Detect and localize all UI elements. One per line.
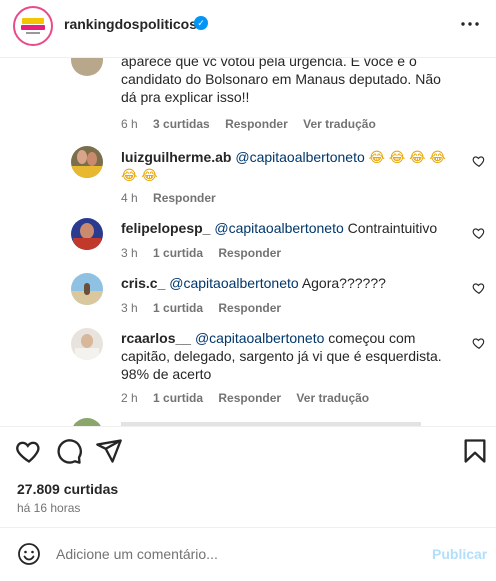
- comment-username[interactable]: rcaarlos__: [121, 330, 191, 346]
- comment-emoji: 😂 😂 😂 😂: [368, 149, 446, 165]
- comment-body: Agora??????: [301, 275, 386, 291]
- reply-button[interactable]: Responder: [153, 191, 216, 205]
- commenter-avatar[interactable]: [71, 273, 103, 305]
- comment-text: rcaarlos__ @capitaoalbertoneto começou c…: [121, 329, 451, 383]
- comment-time: 3 h: [121, 301, 138, 315]
- comment-username[interactable]: felipelopesp_: [121, 220, 210, 236]
- post-timestamp[interactable]: há 16 horas: [17, 501, 80, 515]
- post-likes-count[interactable]: 27.809 curtidas: [17, 481, 118, 497]
- comment-like-icon[interactable]: [472, 226, 486, 240]
- comment-time: 2 h: [121, 391, 138, 405]
- action-bar: [0, 437, 496, 467]
- commenter-avatar[interactable]: [71, 218, 103, 250]
- comment-mention[interactable]: @capitaoalbertoneto: [235, 149, 364, 165]
- comment-mention[interactable]: @capitaoalbertoneto: [214, 220, 343, 236]
- comment-like-icon[interactable]: [472, 154, 486, 168]
- reply-button[interactable]: Responder: [218, 301, 281, 315]
- comment-text: luizguilherme.ab @capitaoalbertoneto 😂 😂…: [121, 148, 451, 184]
- commenter-avatar[interactable]: [71, 328, 103, 360]
- emoji-icon[interactable]: [17, 542, 41, 566]
- commenter-avatar[interactable]: [71, 146, 103, 178]
- account-avatar[interactable]: [13, 6, 53, 46]
- heart-icon[interactable]: [15, 437, 43, 465]
- translate-button[interactable]: Ver tradução: [296, 391, 369, 405]
- comment-mention[interactable]: @capitaoalbertoneto: [169, 275, 298, 291]
- actions-divider: [0, 426, 496, 427]
- comment-bubble-icon[interactable]: [55, 437, 83, 465]
- comment-text: aparece que vc votou pela urgência. E vo…: [121, 58, 441, 105]
- composer-divider: [0, 527, 496, 528]
- comment-meta: 3 h 1 curtida Responder: [121, 301, 293, 315]
- comment-emoji: 😂 😂: [121, 167, 158, 183]
- paper-plane-icon[interactable]: [95, 437, 123, 465]
- comment-like-icon[interactable]: [472, 336, 486, 350]
- comment-text: cris.c_ @capitaoalbertoneto Agora??????: [121, 274, 451, 292]
- reply-button[interactable]: Responder: [218, 391, 281, 405]
- post-header: rankingdospoliticos ✓: [0, 0, 496, 58]
- comment-body: Contraintuitivo: [347, 220, 438, 236]
- comment-likes[interactable]: 1 curtida: [153, 301, 203, 315]
- commenter-avatar[interactable]: [71, 58, 103, 76]
- comment-username[interactable]: luizguilherme.ab: [121, 149, 231, 165]
- comment-mention[interactable]: @capitaoalbertoneto: [195, 330, 324, 346]
- comment-likes[interactable]: 3 curtidas: [153, 117, 210, 131]
- comment-time: 6 h: [121, 117, 138, 131]
- comment-meta: 6 h 3 curtidas Responder Ver tradução: [121, 117, 388, 131]
- commenter-avatar[interactable]: [71, 418, 103, 426]
- bookmark-icon[interactable]: [461, 437, 489, 465]
- comment-input[interactable]: [56, 544, 416, 564]
- account-logo: [17, 10, 49, 42]
- comment-meta: 3 h 1 curtida Responder: [121, 246, 293, 260]
- comment-time: 4 h: [121, 191, 138, 205]
- comment-text: felipelopesp_ @capitaoalbertoneto Contra…: [121, 219, 451, 237]
- comment-time: 3 h: [121, 246, 138, 260]
- account-username[interactable]: rankingdospoliticos: [64, 16, 197, 32]
- comment-likes[interactable]: 1 curtida: [153, 391, 203, 405]
- more-options-icon[interactable]: [458, 12, 482, 36]
- comment-like-icon[interactable]: [472, 281, 486, 295]
- comments-list[interactable]: aparece que vc votou pela urgência. E vo…: [0, 58, 496, 426]
- comment-username[interactable]: cris.c_: [121, 275, 165, 291]
- reply-button[interactable]: Responder: [225, 117, 288, 131]
- verified-badge-icon: ✓: [194, 16, 208, 30]
- comment-likes[interactable]: 1 curtida: [153, 246, 203, 260]
- comment-meta: 2 h 1 curtida Responder Ver tradução: [121, 391, 381, 405]
- comment-meta: 4 h Responder: [121, 191, 228, 205]
- reply-button[interactable]: Responder: [218, 246, 281, 260]
- translate-button[interactable]: Ver tradução: [303, 117, 376, 131]
- publish-button[interactable]: Publicar: [432, 546, 487, 562]
